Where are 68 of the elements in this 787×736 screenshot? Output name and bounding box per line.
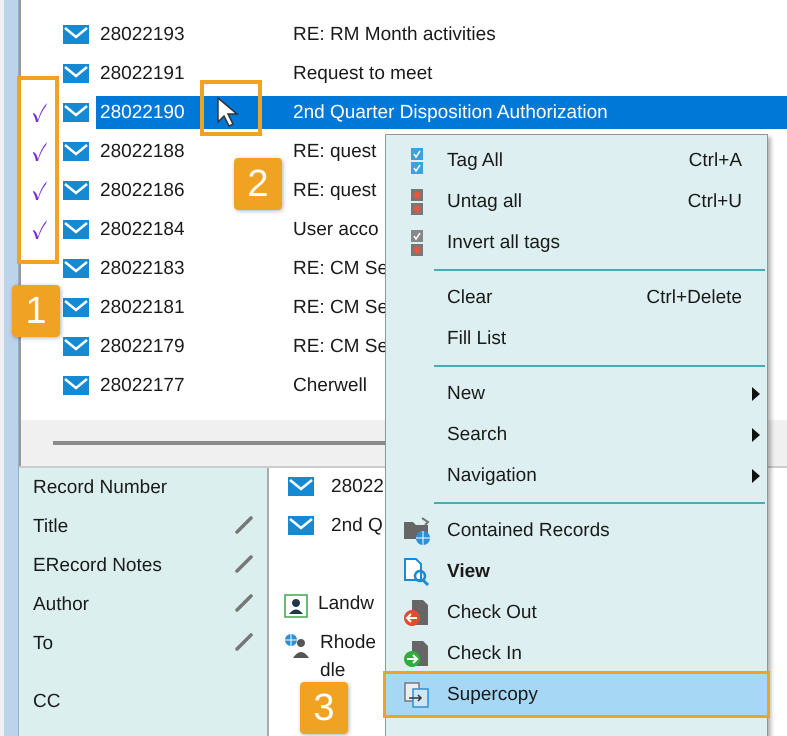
property-label: CC [33, 690, 62, 714]
pencil-icon[interactable] [235, 594, 253, 612]
envelope-icon [63, 181, 89, 200]
menu-item[interactable]: Fill List [386, 318, 767, 359]
property-value: Landw [318, 592, 374, 616]
envelope-icon [63, 25, 89, 44]
record-number[interactable]: 28022188 [96, 135, 185, 168]
property-label: ERecord Notes [33, 554, 163, 578]
menu-item[interactable]: Clear Ctrl+Delete [386, 277, 767, 318]
record-title[interactable]: RE: RM Month activities [293, 18, 787, 51]
check-icon[interactable] [32, 218, 48, 240]
property-label: Title [33, 515, 70, 539]
menu-item[interactable]: Search [386, 414, 767, 455]
pencil-icon[interactable] [235, 516, 253, 534]
record-number[interactable]: 28022177 [96, 369, 185, 402]
record-number[interactable]: 28022191 [96, 57, 185, 90]
menu-item[interactable]: Contained Records [386, 510, 767, 551]
check-icon[interactable] [32, 180, 48, 202]
pencil-icon[interactable] [235, 633, 253, 651]
highlight-frame [200, 80, 262, 136]
property-value: 28022 [331, 475, 384, 499]
envelope-icon [63, 259, 89, 278]
cleared-box-pair-icon [410, 188, 424, 216]
copy-documents-icon [402, 680, 430, 708]
checkbox-pair-icon [410, 146, 424, 174]
callout-badge: 2 [234, 158, 282, 210]
envelope-icon [63, 220, 89, 239]
folder-globe-icon [402, 516, 432, 546]
envelope-icon [63, 337, 89, 356]
callout-badge: 3 [300, 682, 348, 734]
record-title[interactable]: Request to meet [293, 57, 787, 90]
mixed-box-pair-icon [410, 228, 424, 256]
menu-item[interactable]: Check Out [386, 592, 767, 633]
menu-item[interactable]: New [386, 373, 767, 414]
record-number[interactable]: 28022179 [96, 330, 185, 363]
check-icon[interactable] [32, 102, 48, 124]
envelope-icon [63, 142, 89, 161]
record-number[interactable]: 28022183 [96, 252, 185, 285]
envelope-icon [63, 298, 89, 317]
envelope-icon [63, 103, 89, 122]
menu-item[interactable]: Tag All Ctrl+A [386, 140, 767, 181]
record-title[interactable]: 2nd Quarter Disposition Authorization [293, 96, 787, 129]
record-number[interactable]: 28022181 [96, 291, 185, 324]
person-icon [284, 594, 308, 618]
property-label: Author [33, 593, 90, 617]
record-number[interactable]: 28022186 [96, 174, 185, 207]
envelope-icon [63, 64, 89, 83]
document-magnifier-icon [402, 556, 432, 586]
property-label: Record Number [33, 476, 168, 500]
group-globe-icon [284, 633, 310, 659]
envelope-icon [288, 477, 314, 496]
pencil-icon[interactable] [235, 555, 253, 573]
menu-item[interactable]: Check In [386, 633, 767, 674]
menu-item[interactable]: Invert all tags [386, 222, 767, 263]
menu-item[interactable]: View [386, 551, 767, 592]
record-number[interactable]: 28022184 [96, 213, 185, 246]
check-icon[interactable] [32, 140, 48, 162]
menu-item[interactable]: Untag all Ctrl+U [386, 181, 767, 222]
menu-item[interactable]: Navigation [386, 455, 767, 496]
envelope-icon [288, 516, 314, 535]
property-label: To [33, 632, 54, 656]
property-value: Rhode [320, 631, 376, 655]
callout-badge: 1 [12, 285, 60, 337]
record-number[interactable]: 28022193 [96, 18, 185, 51]
property-value: dle [320, 659, 346, 683]
envelope-icon [63, 376, 89, 395]
property-value: 2nd Q [331, 514, 383, 538]
menu-item[interactable]: Supercopy [386, 674, 767, 715]
